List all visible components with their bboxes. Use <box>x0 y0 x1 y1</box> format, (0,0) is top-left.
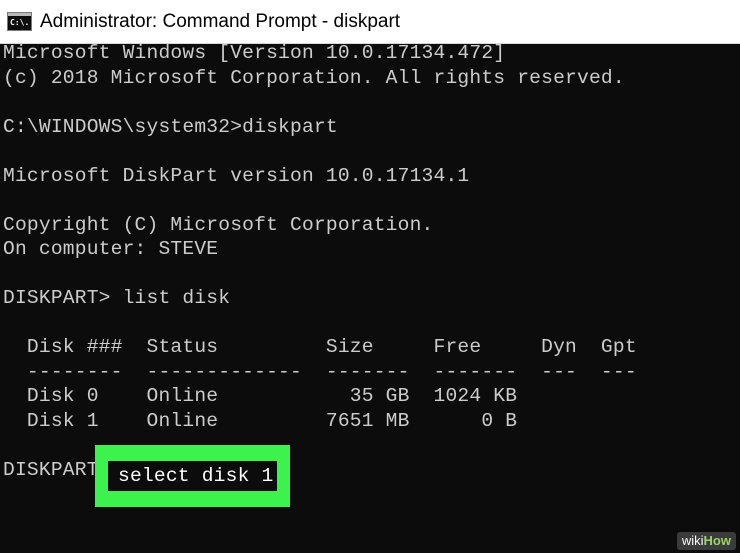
wikihow-watermark: wikiHow <box>676 532 736 550</box>
icon-bar <box>8 13 31 16</box>
title-bar[interactable]: C:\. Administrator: Command Prompt - dis… <box>0 0 740 44</box>
console-area[interactable]: Microsoft Windows [Version 10.0.17134.47… <box>0 42 740 553</box>
console-line: DISKPART> list disk <box>3 287 231 309</box>
watermark-suffix: How <box>703 533 731 548</box>
command-prompt-icon[interactable]: C:\. <box>7 12 32 31</box>
disk-table-header: Disk ### Status Size Free Dyn Gpt <box>3 336 637 358</box>
watermark-prefix: wiki <box>681 533 704 548</box>
console-line: C:\WINDOWS\system32>diskpart <box>3 116 338 138</box>
console-line: (c) 2018 Microsoft Corporation. All righ… <box>3 67 625 89</box>
console-line: Copyright (C) Microsoft Corporation. <box>3 214 434 236</box>
disk-table-row: Disk 0 Online 35 GB 1024 KB <box>3 385 518 407</box>
console-line: Microsoft DiskPart version 10.0.17134.1 <box>3 165 470 187</box>
disk-table-row: Disk 1 Online 7651 MB 0 B <box>3 410 518 432</box>
diskpart-prompt: DISKPART <box>3 459 99 481</box>
console-line: Microsoft Windows [Version 10.0.17134.47… <box>3 42 506 64</box>
console-line: On computer: STEVE <box>3 238 219 260</box>
disk-table-separator: -------- ------------- ------- ------- -… <box>3 361 637 383</box>
command-input[interactable]: select disk 1 <box>118 464 273 488</box>
icon-glyph: C:\. <box>10 18 30 27</box>
window-title: Administrator: Command Prompt - diskpart <box>40 11 401 32</box>
